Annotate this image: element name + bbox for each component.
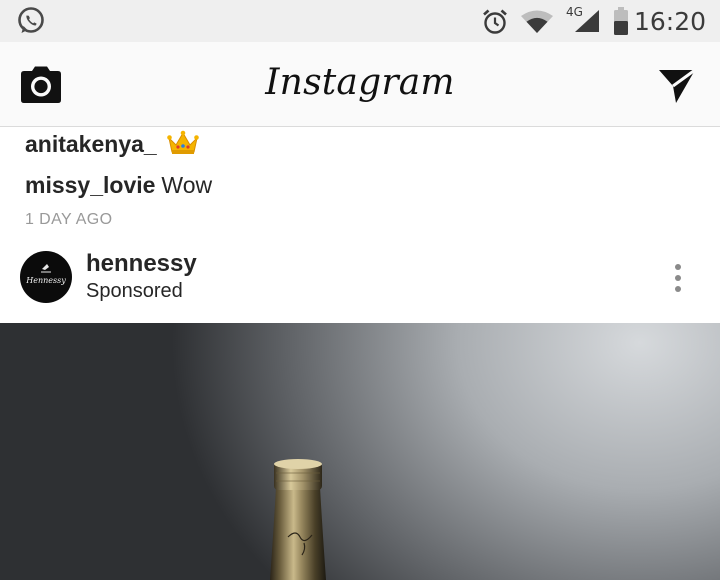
comment-username[interactable]: missy_lovie bbox=[25, 172, 155, 198]
instagram-logo: Instagram bbox=[265, 62, 455, 103]
bottle-illustration bbox=[270, 459, 326, 580]
comment-text: Wow bbox=[161, 172, 213, 198]
alarm-icon bbox=[483, 9, 507, 34]
more-options-icon[interactable] bbox=[666, 260, 690, 296]
battery-icon bbox=[614, 7, 628, 35]
clock: 16:20 bbox=[633, 7, 706, 36]
status-bar: 4G 16:20 bbox=[0, 0, 720, 42]
comment-username[interactable]: anitakenya_ bbox=[25, 131, 157, 157]
signal-icon bbox=[575, 10, 599, 32]
comment-row: missy_lovie Wow bbox=[25, 172, 212, 199]
crown-emoji-icon bbox=[167, 130, 199, 154]
whatsapp-icon bbox=[18, 7, 44, 33]
wifi-icon bbox=[521, 10, 553, 33]
post-header: Hennessy hennessy Sponsored bbox=[0, 240, 720, 322]
post-timestamp: 1 DAY AGO bbox=[25, 211, 113, 228]
comment-row: anitakenya_ bbox=[25, 130, 199, 158]
direct-message-icon[interactable] bbox=[656, 64, 698, 106]
post-image[interactable] bbox=[0, 323, 720, 580]
sponsored-label: Sponsored bbox=[86, 280, 183, 302]
post-username[interactable]: hennessy bbox=[86, 250, 197, 278]
avatar-brand-text: Hennessy bbox=[26, 276, 66, 285]
app-header: Instagram bbox=[0, 42, 720, 127]
avatar[interactable]: Hennessy bbox=[20, 251, 72, 303]
